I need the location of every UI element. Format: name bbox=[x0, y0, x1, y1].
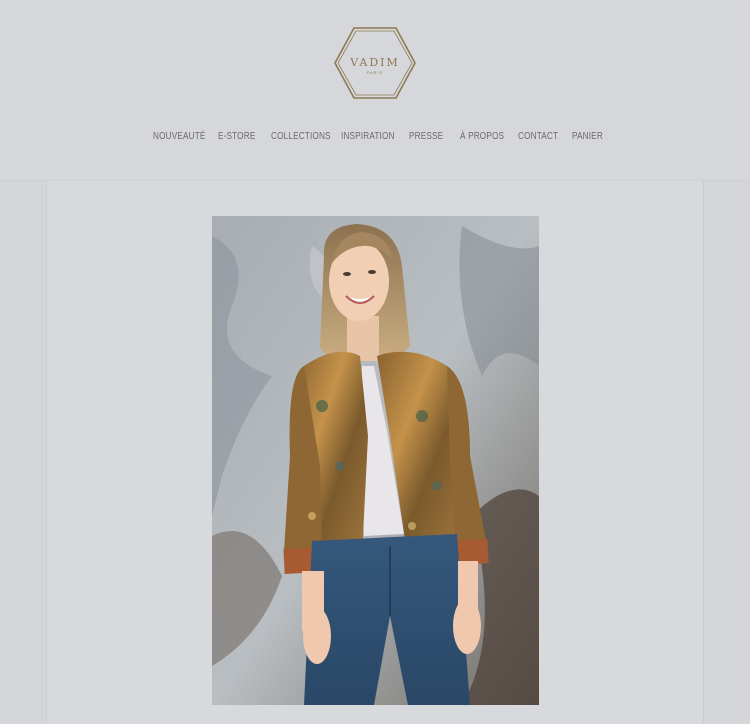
nav-item-panier[interactable]: PANIER bbox=[572, 131, 603, 142]
nav-item-nouveaute[interactable]: NOUVEAUTÉ bbox=[153, 131, 206, 142]
main-navigation: NOUVEAUTÉ E-STORE COLLECTIONS INSPIRATIO… bbox=[0, 131, 750, 147]
brand-name: VADIM bbox=[350, 56, 400, 69]
brand-subtitle: PARIS bbox=[366, 70, 384, 75]
nav-item-presse[interactable]: PRESSE bbox=[409, 131, 443, 142]
nav-item-a-propos[interactable]: À PROPOS bbox=[460, 131, 504, 142]
site-header: VADIM PARIS NOUVEAUTÉ E-STORE COLLECTION… bbox=[0, 0, 750, 181]
product-photo[interactable] bbox=[212, 216, 539, 705]
model-jacket-image bbox=[212, 216, 539, 705]
nav-item-contact[interactable]: CONTACT bbox=[518, 131, 558, 142]
brand-logo[interactable]: VADIM PARIS bbox=[333, 26, 417, 100]
nav-item-collections[interactable]: COLLECTIONS bbox=[271, 131, 331, 142]
nav-item-e-store[interactable]: E-STORE bbox=[218, 131, 255, 142]
nav-item-inspiration[interactable]: INSPIRATION bbox=[341, 131, 395, 142]
